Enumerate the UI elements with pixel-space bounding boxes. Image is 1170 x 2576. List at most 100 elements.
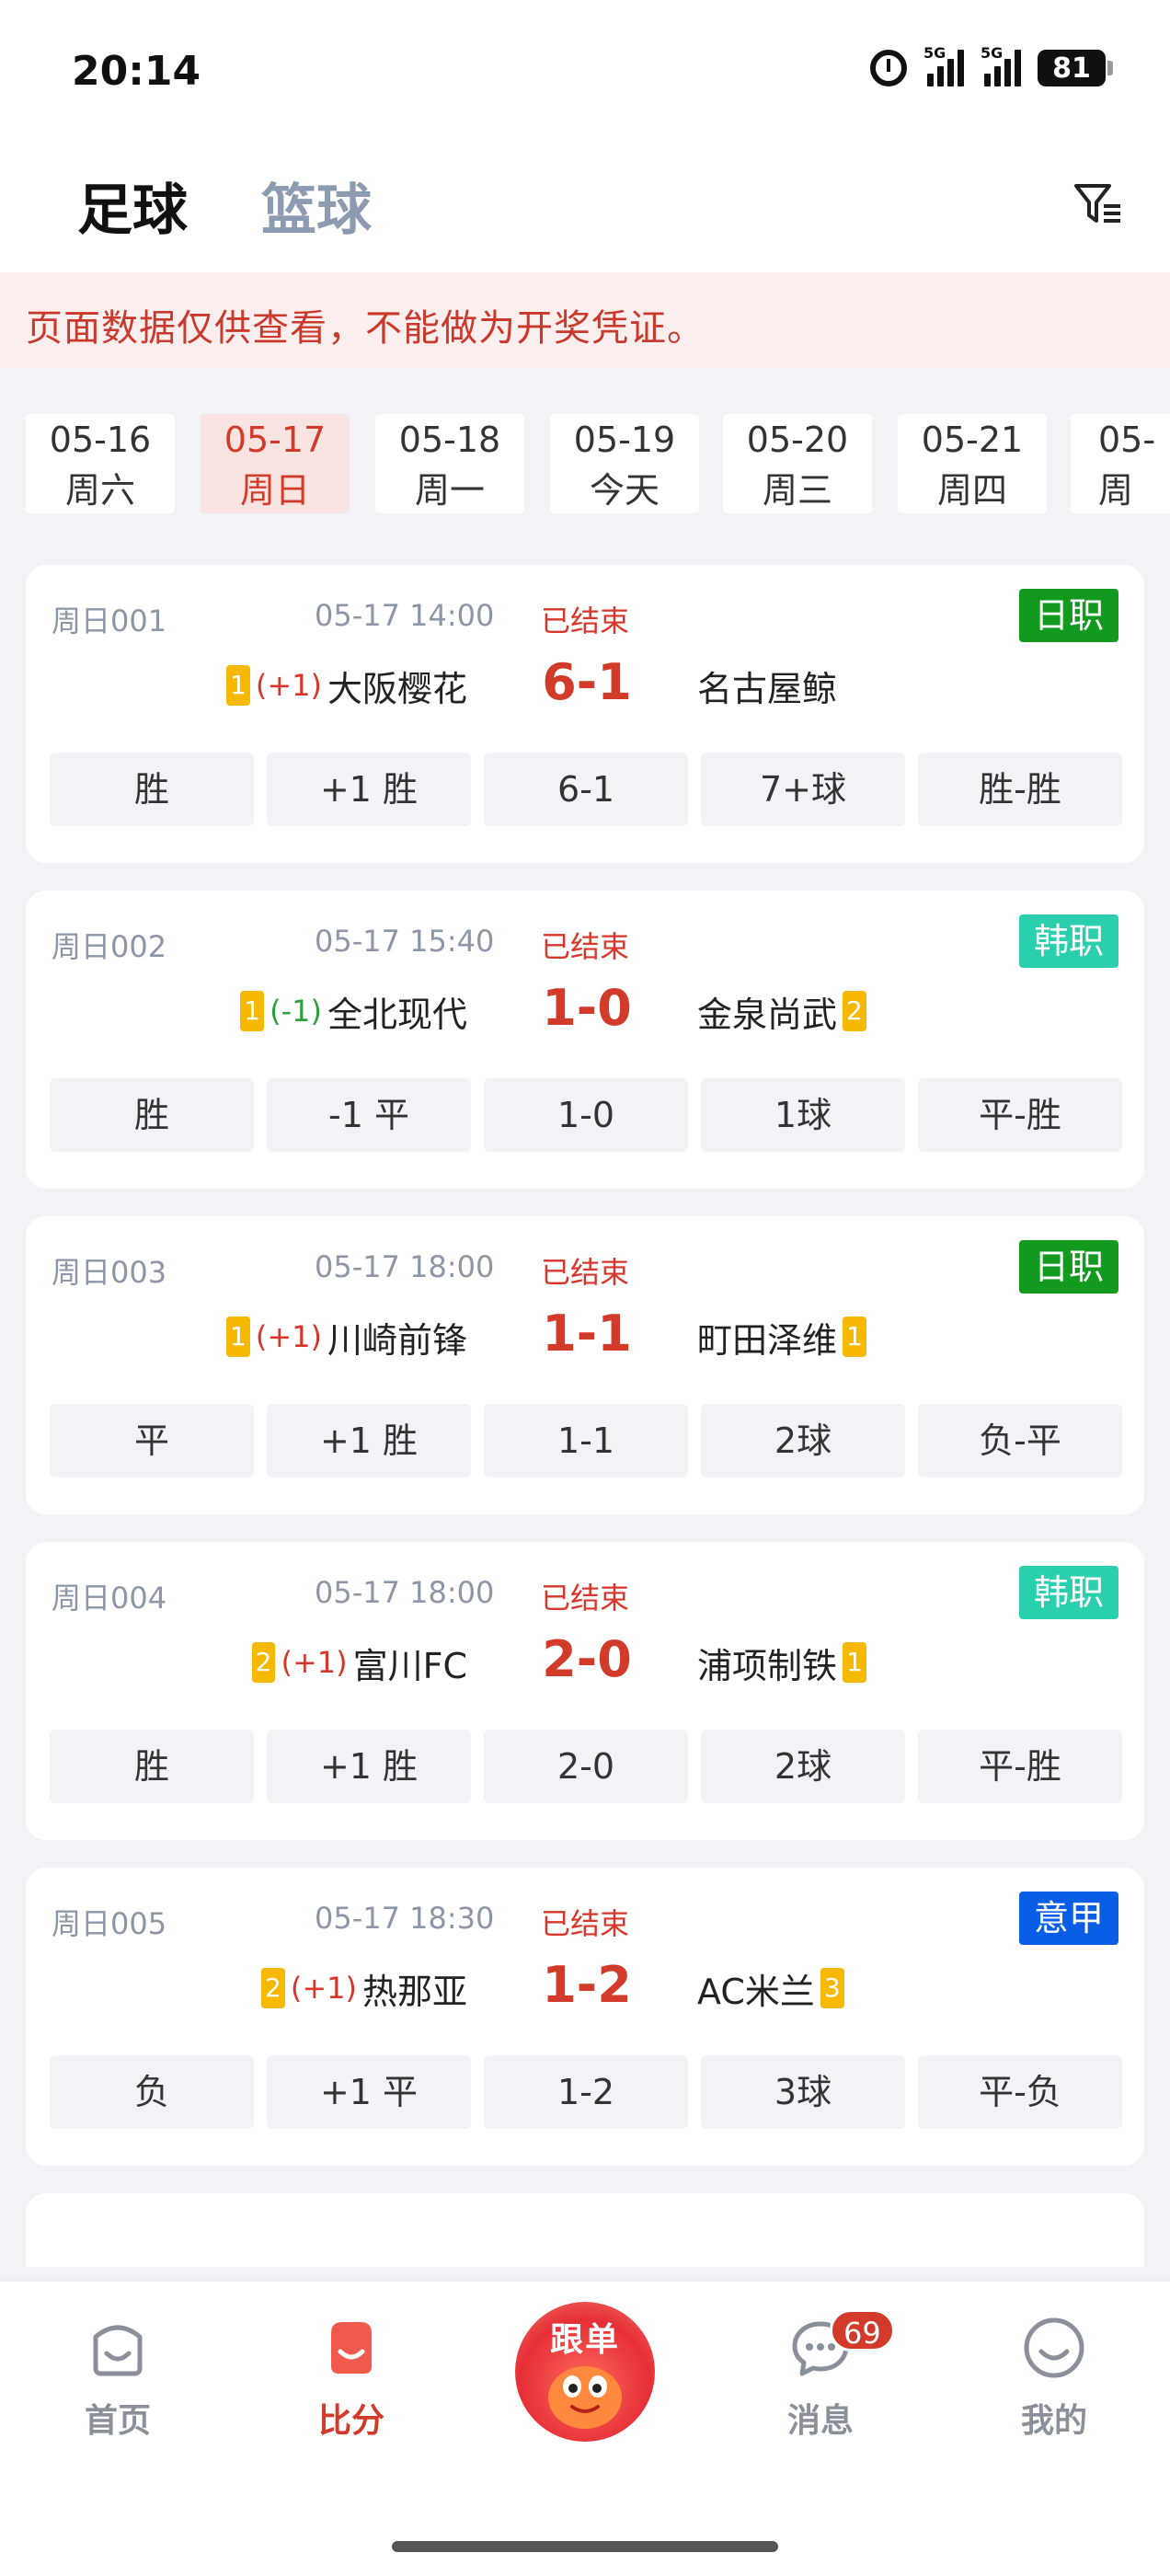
home-team: 1 (-1) 全北现代 — [240, 986, 467, 1036]
date-tab[interactable]: 05- 周 — [1071, 414, 1170, 513]
match-card[interactable]: 周日003 05-17 18:00 已结束 日职 1 (+1) 川崎前锋 1-1… — [26, 1216, 1144, 1514]
match-status: 已结束 — [541, 1581, 630, 1616]
league-badge: 意甲 — [1018, 1892, 1118, 1945]
date-tab[interactable]: 05-16 周六 — [26, 414, 175, 513]
away-rank-badge: 3 — [820, 1968, 844, 2008]
result-win-draw-loss: 胜 — [50, 753, 254, 826]
league-badge: 日职 — [1018, 589, 1118, 642]
score-icon — [331, 2322, 372, 2374]
match-card[interactable]: 周日001 05-17 14:00 已结束 日职 1 (+1) 大阪樱花 6-1… — [26, 565, 1144, 863]
date-tab[interactable]: 05-18 周一 — [375, 414, 524, 513]
nav-score-label: 比分 — [317, 2402, 384, 2440]
match-time: 05-17 15:40 — [315, 924, 495, 959]
result-handicap: +1 胜 — [267, 1730, 471, 1803]
away-rank-badge: 1 — [843, 1317, 866, 1357]
league-badge: 韩职 — [1018, 914, 1118, 968]
result-row: 胜 +1 胜 2-0 2球 平-胜 — [50, 1730, 1122, 1803]
nav-mine-label: 我的 — [1020, 2402, 1087, 2440]
match-number: 周日004 — [52, 1581, 167, 1616]
match-number: 周日003 — [52, 1255, 167, 1290]
result-win-draw-loss: 胜 — [50, 1078, 254, 1152]
date-tab[interactable]: 05-20 周三 — [723, 414, 872, 513]
result-half-full: 胜-胜 — [918, 753, 1122, 826]
match-card[interactable]: 周日002 05-17 15:40 已结束 韩职 1 (-1) 全北现代 1-0… — [26, 891, 1144, 1189]
result-correct-score: 1-0 — [484, 1078, 688, 1152]
profile-icon — [1024, 2317, 1084, 2378]
battery-icon: 81 — [1038, 50, 1113, 86]
match-score: 1-2 — [542, 1956, 632, 2014]
nav-mine[interactable]: 我的 — [981, 2315, 1128, 2442]
home-team-name: 大阪樱花 — [327, 668, 467, 709]
home-team-name: 热那亚 — [361, 1971, 467, 2012]
date-tab-selected[interactable]: 05-17 周日 — [201, 414, 350, 513]
match-time: 05-17 18:00 — [315, 1249, 495, 1284]
result-half-full: 平-胜 — [918, 1730, 1122, 1803]
away-team: 名古屋鲸 — [697, 661, 837, 710]
result-win-draw-loss: 负 — [50, 2055, 254, 2129]
result-correct-score: 1-2 — [484, 2055, 688, 2129]
match-card[interactable]: 周日004 05-17 18:00 已结束 韩职 2 (+1) 富川FC 2-0… — [26, 1542, 1144, 1840]
nav-home-label: 首页 — [84, 2402, 151, 2440]
away-team-name: 町田泽维 — [697, 1319, 838, 1361]
signal-icon: 5G — [923, 44, 964, 86]
nav-score[interactable]: 比分 — [278, 2315, 425, 2442]
bottom-nav: 首页 比分 跟单 69 消息 我的 — [0, 2282, 1170, 2576]
away-team: 浦项制铁 1 — [697, 1638, 866, 1687]
home-team: 2 (+1) 富川FC — [251, 1638, 467, 1687]
home-team-name: 富川FC — [352, 1645, 467, 1686]
match-score: 2-0 — [542, 1630, 632, 1688]
home-team-name: 川崎前锋 — [327, 1319, 467, 1361]
match-time: 05-17 18:30 — [315, 1901, 495, 1936]
home-rank-badge: 1 — [240, 991, 265, 1031]
tab-basketball[interactable]: 篮球 — [261, 166, 372, 246]
header: 足球 篮球 — [0, 138, 1170, 272]
result-row: 胜 +1 胜 6-1 7+球 胜-胜 — [50, 753, 1122, 826]
date-tab-today[interactable]: 05-19 今天 — [550, 414, 699, 513]
nav-home[interactable]: 首页 — [44, 2315, 191, 2442]
away-team-name: 名古屋鲸 — [697, 668, 838, 709]
match-time: 05-17 18:00 — [315, 1575, 495, 1610]
alarm-icon — [870, 50, 907, 86]
result-half-full: 负-平 — [918, 1404, 1122, 1478]
home-indicator — [392, 2541, 778, 2552]
handicap: (+1) — [255, 1319, 322, 1354]
result-total-goals: 7+球 — [701, 753, 905, 826]
result-handicap: +1 平 — [267, 2055, 471, 2129]
match-card[interactable]: 周日005 05-17 18:30 已结束 意甲 2 (+1) 热那亚 1-2 … — [26, 1868, 1144, 2166]
match-score: 6-1 — [542, 653, 632, 711]
mascot-icon — [548, 2366, 622, 2429]
follow-button[interactable]: 跟单 — [515, 2302, 655, 2442]
status-time: 20:14 — [72, 48, 201, 95]
result-win-draw-loss: 平 — [50, 1404, 254, 1478]
handicap: (+1) — [281, 1645, 348, 1680]
match-card-partial[interactable] — [26, 2193, 1144, 2267]
away-team: 町田泽维 1 — [697, 1312, 866, 1362]
home-team: 1 (+1) 川崎前锋 — [226, 1312, 467, 1362]
handicap: (+1) — [255, 668, 322, 703]
match-status: 已结束 — [541, 604, 630, 638]
status-bar: 20:14 5G 5G 81 — [0, 0, 1170, 138]
home-rank-badge: 1 — [226, 665, 250, 706]
filter-icon[interactable] — [1072, 178, 1124, 230]
home-icon — [93, 2325, 143, 2376]
date-tab[interactable]: 05-21 周四 — [898, 414, 1047, 513]
match-status: 已结束 — [541, 1255, 630, 1290]
notice-banner: 页面数据仅供查看，不能做为开奖凭证。 — [0, 272, 1170, 368]
away-team: AC米兰 3 — [697, 1963, 844, 2013]
result-handicap: +1 胜 — [267, 1404, 471, 1478]
away-rank-badge: 1 — [843, 1642, 866, 1683]
home-rank-badge: 2 — [261, 1968, 285, 2008]
handicap: (-1) — [270, 994, 322, 1029]
notice-text: 页面数据仅供查看，不能做为开奖凭证。 — [26, 307, 705, 350]
home-team-name: 全北现代 — [327, 994, 467, 1035]
result-half-full: 平-胜 — [918, 1078, 1122, 1152]
away-team-name: AC米兰 — [697, 1971, 815, 2012]
away-rank-badge: 2 — [843, 991, 866, 1031]
match-status: 已结束 — [541, 929, 630, 964]
match-number: 周日002 — [52, 929, 167, 964]
result-correct-score: 1-1 — [484, 1404, 688, 1478]
match-time: 05-17 14:00 — [315, 598, 495, 633]
match-number: 周日005 — [52, 1906, 167, 1941]
nav-messages[interactable]: 69 消息 — [747, 2309, 895, 2442]
tab-football[interactable]: 足球 — [77, 166, 188, 246]
